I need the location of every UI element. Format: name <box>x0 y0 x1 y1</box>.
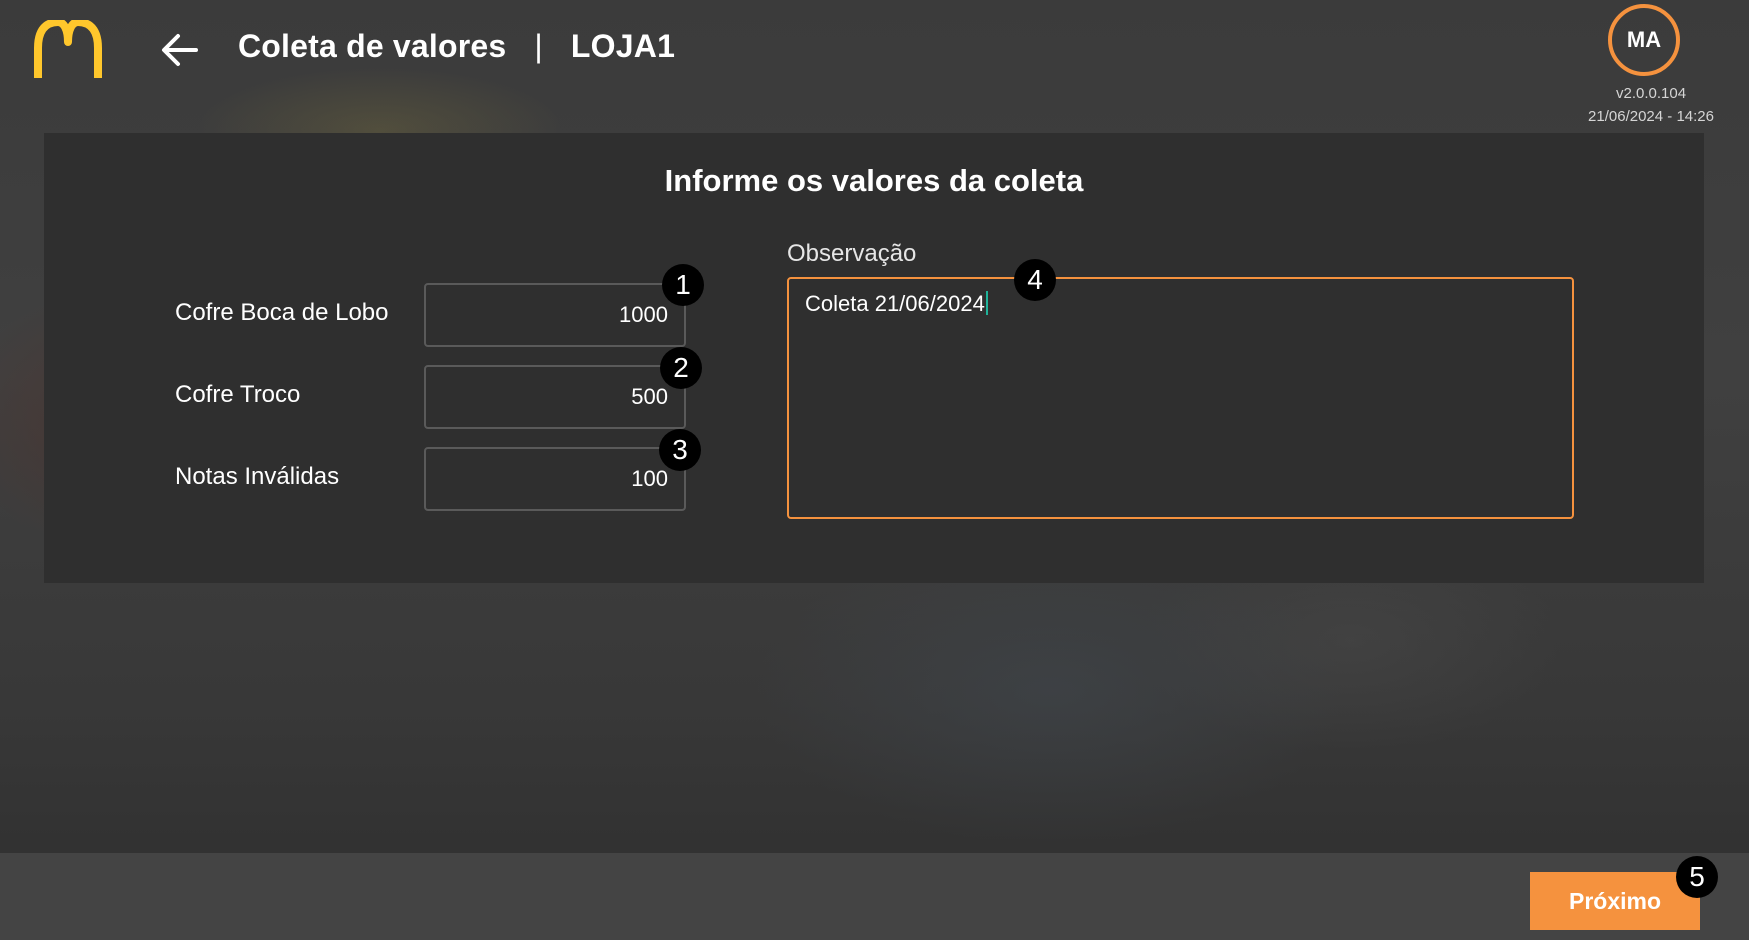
footer-bar <box>0 853 1749 940</box>
notas-invalidas-input[interactable]: 100 <box>424 447 686 511</box>
text-caret <box>985 291 988 315</box>
collection-form-panel: Informe os valores da coleta Cofre Boca … <box>44 133 1704 583</box>
notas-invalidas-value: 100 <box>631 466 668 491</box>
form-title: Informe os valores da coleta <box>664 163 1084 198</box>
cofre-troco-input[interactable]: 500 <box>424 365 686 429</box>
app-version: v2.0.0.104 <box>1615 85 1687 102</box>
field-label-notas-invalidas: Notas Inválidas <box>175 463 340 490</box>
step-marker-3: 3 <box>659 429 701 471</box>
current-datetime: 21/06/2024 - 14:26 <box>1588 108 1714 125</box>
step-marker-5: 5 <box>1676 856 1718 898</box>
next-button[interactable]: Próximo <box>1530 872 1700 930</box>
step-marker-2: 2 <box>660 347 702 389</box>
user-avatar[interactable]: MA <box>1608 4 1680 76</box>
cofre-boca-de-lobo-value: 1000 <box>619 302 668 327</box>
field-label-cofre-boca-de-lobo: Cofre Boca de Lobo <box>175 299 389 326</box>
golden-arches-icon <box>34 20 102 78</box>
observation-textarea[interactable]: Coleta 21/06/2024 <box>787 277 1574 519</box>
page-title-text: Coleta de valores <box>238 28 507 64</box>
header: Coleta de valores | LOJA1 MA v2.0.0.104 21… <box>0 0 1749 125</box>
cofre-troco-value: 500 <box>631 384 668 409</box>
store-name: LOJA1 <box>570 28 676 64</box>
arrow-left-icon[interactable] <box>158 28 202 72</box>
step-marker-1: 1 <box>662 264 704 306</box>
cofre-boca-de-lobo-input[interactable]: 1000 <box>424 283 686 347</box>
observation-text: Coleta 21/06/2024 <box>805 291 985 316</box>
page-title: Coleta de valores | LOJA1 <box>238 28 675 65</box>
app-meta: v2.0.0.104 21/06/2024 - 14:26 <box>1588 82 1714 128</box>
observation-label: Observação <box>787 240 917 267</box>
field-label-cofre-troco: Cofre Troco <box>175 381 301 408</box>
step-marker-4: 4 <box>1014 259 1056 301</box>
title-separator: | <box>534 28 543 64</box>
